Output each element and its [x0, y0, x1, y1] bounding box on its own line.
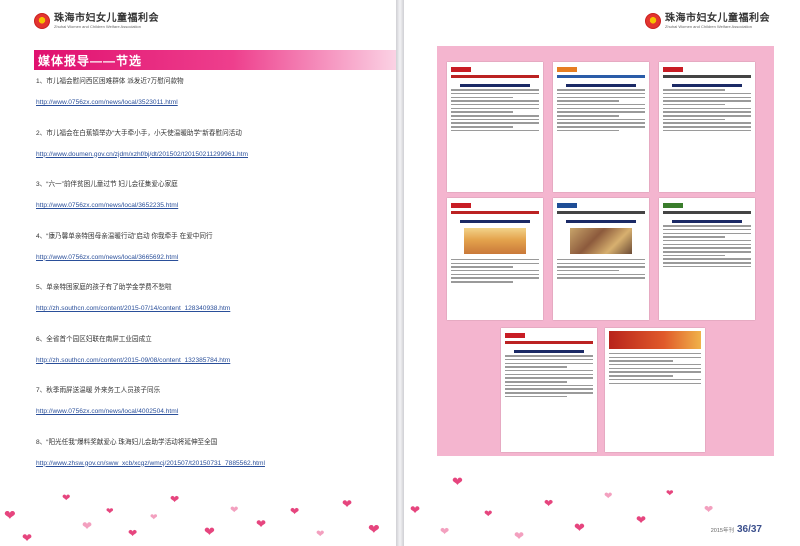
news-clipping-thumbnail [659, 198, 755, 320]
heart-icon: ❤ [22, 531, 33, 545]
heart-icon: ❤ [440, 526, 450, 538]
news-title: 4、“康乃馨单亲特困母亲温暖行动”启动 你我牵手 在爱中同行 [36, 232, 213, 240]
heart-icon: ❤ [342, 497, 353, 511]
heart-icon: ❤ [544, 498, 554, 510]
news-title: 6、全省首个园区妇联在南屏工业园成立 [36, 335, 152, 343]
heart-icon: ❤ [290, 506, 300, 518]
news-clipping-thumbnail [605, 328, 705, 452]
news-clipping-thumbnail [553, 198, 649, 320]
news-link[interactable]: http://www.doumen.gov.cn/zjdm/xzhf/bj/dt… [36, 150, 391, 160]
heart-icon: ❤ [604, 491, 613, 502]
heart-icon: ❤ [636, 513, 647, 527]
news-title: 1、市儿福会慰问西区困难群体 派发近7万慰问款物 [36, 78, 184, 85]
heart-icon: ❤ [150, 512, 158, 522]
news-item: 1、市儿福会慰问西区困难群体 派发近7万慰问款物 http://www.0756… [36, 77, 391, 129]
news-clipping-thumbnail [501, 328, 597, 452]
news-link[interactable]: http://www.0756zx.com/news/local/4002504… [36, 407, 391, 417]
org-emblem-icon [34, 13, 50, 29]
heart-icon: ❤ [62, 493, 71, 504]
news-link[interactable]: http://zh.southcn.com/content/2015-09/08… [36, 356, 391, 366]
page-number-value: 36/37 [736, 524, 762, 535]
heart-icon: ❤ [666, 488, 674, 498]
book-gutter [396, 0, 404, 546]
news-title: 3、“六一”前伴贫困儿童过节 妇儿会征集爱心家庭 [36, 181, 178, 188]
heart-icon: ❤ [128, 528, 138, 540]
heart-icon: ❤ [316, 529, 325, 540]
news-title: 5、单亲特困家庭的孩子有了助学金学费不愁啦 [36, 284, 172, 291]
org-name-en: Zhuhai Women and Children Welfare Associ… [54, 23, 142, 29]
news-clipping-thumbnail [447, 62, 543, 192]
heart-icon: ❤ [204, 524, 215, 539]
section-header-bar: 媒体报导——节选 [34, 50, 396, 70]
org-name-cn: 珠海市妇女儿童福利会 [665, 12, 770, 24]
news-item: 6、全省首个园区妇联在南屏工业园成立 http://zh.southcn.com… [36, 335, 391, 387]
org-logo: 珠海市妇女儿童福利会 Zhuhai Women and Children Wel… [645, 13, 770, 29]
news-title: 8、“阳光任我”爆料奖献爱心 珠海妇儿会助学活动将延伸至全国 [36, 438, 218, 446]
heart-icon: ❤ [4, 507, 16, 523]
news-item: 5、单亲特困家庭的孩子有了助学金学费不愁啦 http://zh.southcn.… [36, 283, 391, 335]
heart-icon: ❤ [82, 519, 93, 533]
issue-label: 2015年刊 [710, 528, 734, 534]
org-emblem-icon [645, 13, 661, 29]
right-page: 珠海市妇女儿童福利会 Zhuhai Women and Children Wel… [404, 0, 800, 546]
news-list: 1、市儿福会慰问西区困难群体 派发近7万慰问款物 http://www.0756… [36, 77, 391, 489]
news-item: 4、“康乃馨单亲特困母亲温暖行动”启动 你我牵手 在爱中同行 http://ww… [36, 232, 391, 284]
heart-icon: ❤ [170, 494, 180, 506]
news-item: 8、“阳光任我”爆料奖献爱心 珠海妇儿会助学活动将延伸至全国 http://ww… [36, 438, 391, 490]
org-logo: 珠海市妇女儿童福利会 Zhuhai Women and Children Wel… [34, 13, 159, 29]
heart-icon: ❤ [704, 504, 714, 516]
news-item: 3、“六一”前伴贫困儿童过节 妇儿会征集爱心家庭 http://www.0756… [36, 180, 391, 232]
news-title: 7、秋季雨屏送温暖 外来务工人员孩子同乐 [36, 387, 161, 394]
heart-icon: ❤ [368, 521, 380, 537]
heart-icon: ❤ [410, 503, 421, 517]
news-title: 2、市儿福会在白蕉镇举办“大手牵小手，小天使温暖助学”新春慰问活动 [36, 129, 242, 137]
news-photo [464, 228, 526, 254]
news-link[interactable]: http://zh.southcn.com/content/2015-07/14… [36, 304, 391, 314]
news-link[interactable]: http://www.0756zx.com/news/local/3523011… [36, 98, 391, 108]
heart-icon: ❤ [574, 520, 585, 535]
news-item: 2、市儿福会在白蕉镇举办“大手牵小手，小天使温暖助学”新春慰问活动 http:/… [36, 129, 391, 181]
page-number: 2015年刊 36/37 [711, 524, 762, 535]
heart-icon: ❤ [452, 474, 463, 489]
news-clipping-thumbnail [553, 62, 649, 192]
heart-icon: ❤ [106, 506, 114, 516]
org-name-cn: 珠海市妇女儿童福利会 [54, 12, 159, 24]
news-link[interactable]: http://www.zhsw.gov.cn/sww_xcb/xcgz/wmcj… [36, 459, 391, 469]
news-photo [570, 228, 632, 254]
org-name-en: Zhuhai Women and Children Welfare Associ… [665, 23, 753, 29]
heart-icon: ❤ [514, 529, 525, 543]
news-item: 7、秋季雨屏送温暖 外来务工人员孩子同乐 http://www.0756zx.c… [36, 386, 391, 438]
news-banner [609, 331, 701, 349]
clippings-panel [437, 46, 774, 456]
news-link[interactable]: http://www.0756zx.com/news/local/3665692… [36, 253, 391, 263]
news-clipping-thumbnail [447, 198, 543, 320]
news-link[interactable]: http://www.0756zx.com/news/local/3652235… [36, 201, 391, 211]
heart-icon: ❤ [484, 509, 493, 520]
section-title: 媒体报导——节选 [38, 53, 143, 68]
left-page: 珠海市妇女儿童福利会 Zhuhai Women and Children Wel… [0, 0, 396, 546]
heart-icon: ❤ [256, 517, 267, 531]
news-clipping-thumbnail [659, 62, 755, 192]
heart-icon: ❤ [230, 505, 239, 516]
